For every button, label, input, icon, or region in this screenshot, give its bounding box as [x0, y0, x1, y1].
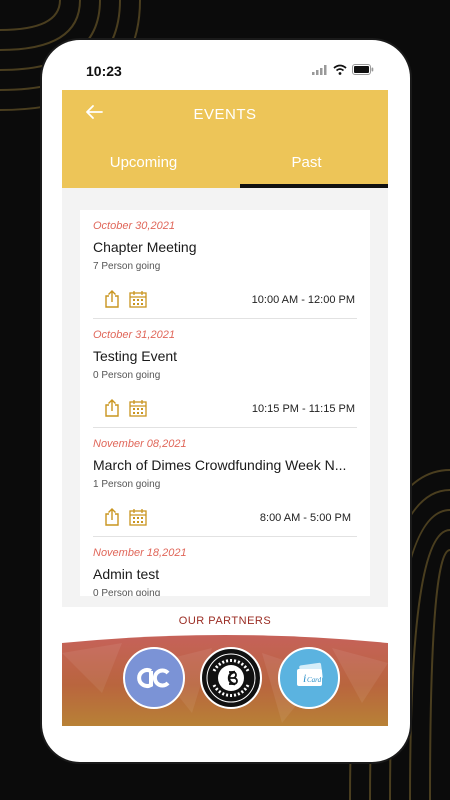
event-title: Testing Event	[93, 348, 178, 364]
wifi-icon	[333, 64, 347, 75]
event-title: Admin test	[93, 566, 160, 582]
event-time: 8:00 AM - 5:00 PM	[259, 512, 351, 524]
event-attendees: 7 Person going	[93, 261, 161, 272]
partners-title: OUR PARTNERS	[178, 615, 272, 627]
calendar-icon[interactable]	[129, 399, 147, 417]
events-header: EVENTS Upcoming Past	[62, 90, 388, 188]
event-attendees: 0 Person going	[93, 370, 161, 381]
event-card[interactable]: November 18,2021 Admin test 0 Person goi…	[93, 537, 357, 596]
event-date: October 30,2021	[93, 220, 175, 232]
page-title: EVENTS	[193, 106, 257, 123]
icard-logo-icon: i Card	[297, 662, 323, 686]
event-title: Chapter Meeting	[93, 239, 197, 255]
event-title: March of Dimes Crowdfunding Week N...	[93, 457, 347, 473]
svg-text:i: i	[303, 671, 306, 685]
calendar-icon[interactable]	[129, 290, 147, 308]
status-time: 10:23	[86, 63, 122, 79]
event-attendees: 1 Person going	[93, 479, 161, 490]
event-time: 10:00 AM - 12:00 PM	[251, 294, 355, 306]
tab-past[interactable]: Past	[225, 154, 388, 171]
share-icon[interactable]	[103, 399, 121, 417]
event-date: November 18,2021	[93, 547, 187, 559]
partner-logo-ac[interactable]	[123, 647, 185, 709]
partner-logo-icard[interactable]: i Card	[278, 647, 340, 709]
events-list[interactable]: October 30,2021 Chapter Meeting 7 Person…	[80, 210, 370, 596]
status-bar: 10:23	[62, 50, 388, 90]
share-icon[interactable]	[103, 290, 121, 308]
event-attendees: 0 Person going	[93, 588, 161, 596]
tab-upcoming[interactable]: Upcoming	[62, 154, 225, 171]
status-icons	[312, 64, 374, 75]
partner-logo-global-luxury[interactable]	[200, 647, 262, 709]
event-card[interactable]: November 08,2021 March of Dimes Crowdfun…	[93, 428, 357, 537]
global-luxury-logo-icon	[206, 653, 256, 703]
ac-logo-icon	[137, 668, 170, 688]
partners-section: OUR PARTNERS i Card	[62, 607, 388, 726]
calendar-icon[interactable]	[129, 508, 147, 526]
app-screen: 10:23 EVENTS Upcoming Past October 30,20…	[62, 50, 388, 726]
event-date: October 31,2021	[93, 329, 175, 341]
signal-icon	[312, 64, 327, 75]
event-date: November 08,2021	[93, 438, 187, 450]
svg-text:Card: Card	[307, 676, 322, 684]
active-tab-indicator	[240, 184, 388, 188]
event-time: 10:15 PM - 11:15 PM	[251, 403, 355, 415]
event-card[interactable]: October 30,2021 Chapter Meeting 7 Person…	[93, 210, 357, 319]
event-card[interactable]: October 31,2021 Testing Event 0 Person g…	[93, 319, 357, 428]
battery-icon	[352, 64, 374, 75]
share-icon[interactable]	[103, 508, 121, 526]
